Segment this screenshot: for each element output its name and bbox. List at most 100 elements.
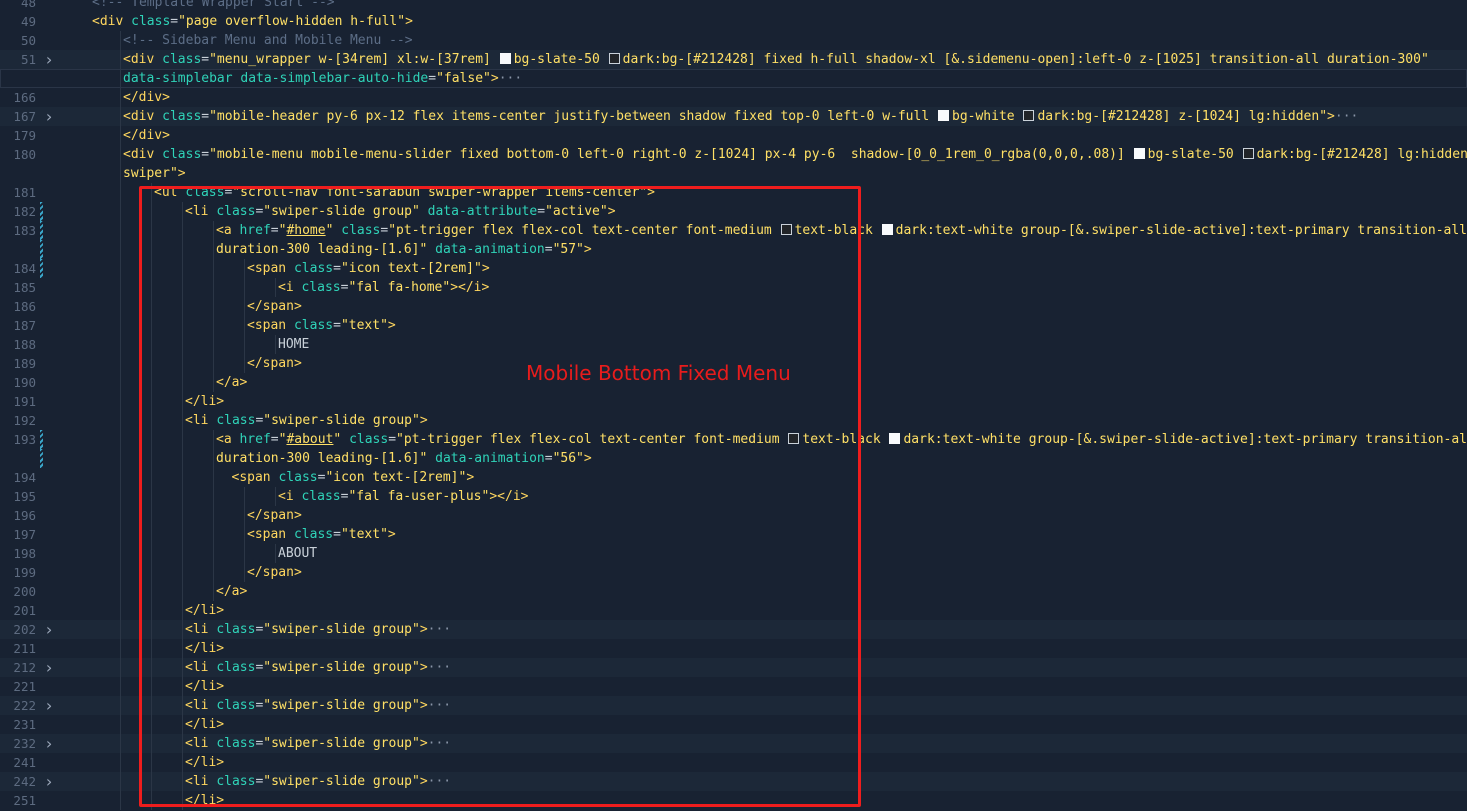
code-line[interactable]: 166 </div> [0,88,1467,107]
color-swatch-icon[interactable] [889,433,901,444]
code-token: class [216,698,256,713]
indent-guide [151,525,152,544]
indent-guide [244,278,245,297]
indent-guide [213,487,214,506]
code-line[interactable]: 198 ABOUT [0,544,1467,563]
code-line[interactable]: 167 › <div class="mobile-header py-6 px-12… [0,107,1467,126]
folded-ellipsis[interactable]: ··· [1335,109,1358,124]
fold-chevron-icon[interactable]: › [42,734,56,753]
folded-ellipsis[interactable]: ··· [428,698,451,713]
code-token: > [419,698,428,713]
code-line[interactable]: 242 › <li class="swiper-slide group">··· [0,772,1467,791]
code-line[interactable]: 231 </li> [0,715,1467,734]
code-line[interactable]: 221 </li> [0,677,1467,696]
code-token: </li> [185,755,225,770]
indent-guide [182,430,183,449]
code-token: > [177,166,186,181]
code-token[interactable]: #about [286,432,333,447]
code-line[interactable]: 191 </li> [0,392,1467,411]
fold-chevron-icon[interactable]: › [42,620,56,639]
code-line[interactable]: 188 HOME [0,335,1467,354]
code-line[interactable]: 49 <div class="page overflow-hidden h-ful… [0,12,1467,31]
line-number: 183 [13,223,36,238]
color-swatch-icon[interactable] [1133,148,1145,159]
code-line[interactable]: 181 <ul class="scroll-nav font-sarabun sw… [0,183,1467,202]
fold-chevron-icon[interactable]: › [42,696,56,715]
code-line[interactable]: 193 <a href="#about" class="pt-trigger fl… [0,430,1467,449]
line-number: 193 [13,432,36,447]
code-line[interactable]: 184 <span class="icon text-[2rem]"> [0,259,1467,278]
folded-ellipsis[interactable]: ··· [428,736,451,751]
color-swatch-icon[interactable] [499,53,511,64]
indent-guide [120,620,121,639]
code-token: > [419,660,428,675]
code-line[interactable]: 241 </li> [0,753,1467,772]
git-modified-marker [40,240,43,259]
line-number: 51 [20,52,36,67]
fold-chevron-icon[interactable]: › [42,107,56,126]
code-line[interactable]: swiper"> [0,164,1467,183]
code-line[interactable]: 195 <i class="fal fa-user-plus"></i> [0,487,1467,506]
code-line[interactable]: 51 › <div class="menu_wrapper w-[34rem] xl… [0,50,1467,69]
code-line[interactable]: 199 </span> [0,563,1467,582]
code-line[interactable]: 183 <a href="#home" class="pt-trigger fle… [0,221,1467,240]
code-line[interactable]: duration-300 leading-[1.6]" data-animati… [0,240,1467,259]
folded-ellipsis[interactable]: ··· [428,774,451,789]
color-swatch-icon[interactable] [608,53,620,64]
code-text: </span> [247,354,302,373]
git-modified-marker [40,259,43,278]
code-line[interactable]: 196 </span> [0,506,1467,525]
code-line[interactable]: 232 › <li class="swiper-slide group">··· [0,734,1467,753]
code-line[interactable]: 211 </li> [0,639,1467,658]
code-text: <div class="page overflow-hidden h-full"… [92,12,413,31]
code-line[interactable]: 182 <li class = "swiper-slide group" data-a… [0,202,1467,221]
folded-ellipsis[interactable]: ··· [428,622,451,637]
code-line[interactable]: 187 <span class="text"> [0,316,1467,335]
code-token: class [216,660,256,675]
code-line[interactable]: 192 <li class="swiper-slide group"> [0,411,1467,430]
folded-ellipsis[interactable]: ··· [499,71,522,86]
color-swatch-icon[interactable] [1242,148,1254,159]
code-token: = [333,527,341,542]
code-line[interactable]: 202 › <li class="swiper-slide group">··· [0,620,1467,639]
code-line[interactable]: 179 </div> [0,126,1467,145]
code-token[interactable]: #home [286,223,325,238]
color-swatch-icon[interactable] [788,433,800,444]
indent-guide [151,392,152,411]
code-line[interactable]: duration-300 leading-[1.6]" data-animati… [0,449,1467,468]
line-number: 231 [13,717,36,732]
fold-chevron-icon[interactable]: › [42,658,56,677]
code-line[interactable]: 185 <i class="fal fa-home"></i> [0,278,1467,297]
code-text: </li> [185,677,224,696]
indent-guide [151,715,152,734]
code-line[interactable]: 251 </li> [0,791,1467,810]
code-line[interactable]: 212 › <li class="swiper-slide group">··· [0,658,1467,677]
code-line[interactable]: 186 </span> [0,297,1467,316]
indent-guide [213,544,214,563]
git-modified-marker [40,449,43,468]
code-line[interactable]: 50 <!-- Sidebar Menu and Mobile Menu --> [0,31,1467,50]
code-line[interactable]: 48 <!-- Template Wrapper Start --> [0,0,1467,12]
code-line[interactable]: 194 <span class="icon text-[2rem]"> [0,468,1467,487]
indent-guide [182,221,183,240]
code-line[interactable]: 180 <div class="mobile-menu mobile-menu-s… [0,145,1467,164]
code-line[interactable]: 201 </li> [0,601,1467,620]
fold-chevron-icon[interactable]: › [42,50,56,69]
indent-guide [120,354,121,373]
code-line[interactable]: 222 › <li class="swiper-slide group">··· [0,696,1467,715]
code-line[interactable]: 200 </a> [0,582,1467,601]
code-token: "56" [552,451,584,466]
code-editor[interactable]: 48 <!-- Template Wrapper Start --> 49 <div … [0,0,1467,811]
indent-guide [151,411,152,430]
code-token: "false" [436,71,491,86]
code-line[interactable]: data-simplebar data-simplebar-auto-hide=… [0,69,1467,88]
code-token: <span [231,470,279,485]
code-token: > [387,318,396,333]
color-swatch-icon[interactable] [881,224,893,235]
color-swatch-icon[interactable] [780,224,792,235]
code-line[interactable]: 197 <span class="text"> [0,525,1467,544]
fold-chevron-icon[interactable]: › [42,772,56,791]
folded-ellipsis[interactable]: ··· [428,660,451,675]
color-swatch-icon[interactable] [1023,110,1035,121]
color-swatch-icon[interactable] [938,110,949,121]
